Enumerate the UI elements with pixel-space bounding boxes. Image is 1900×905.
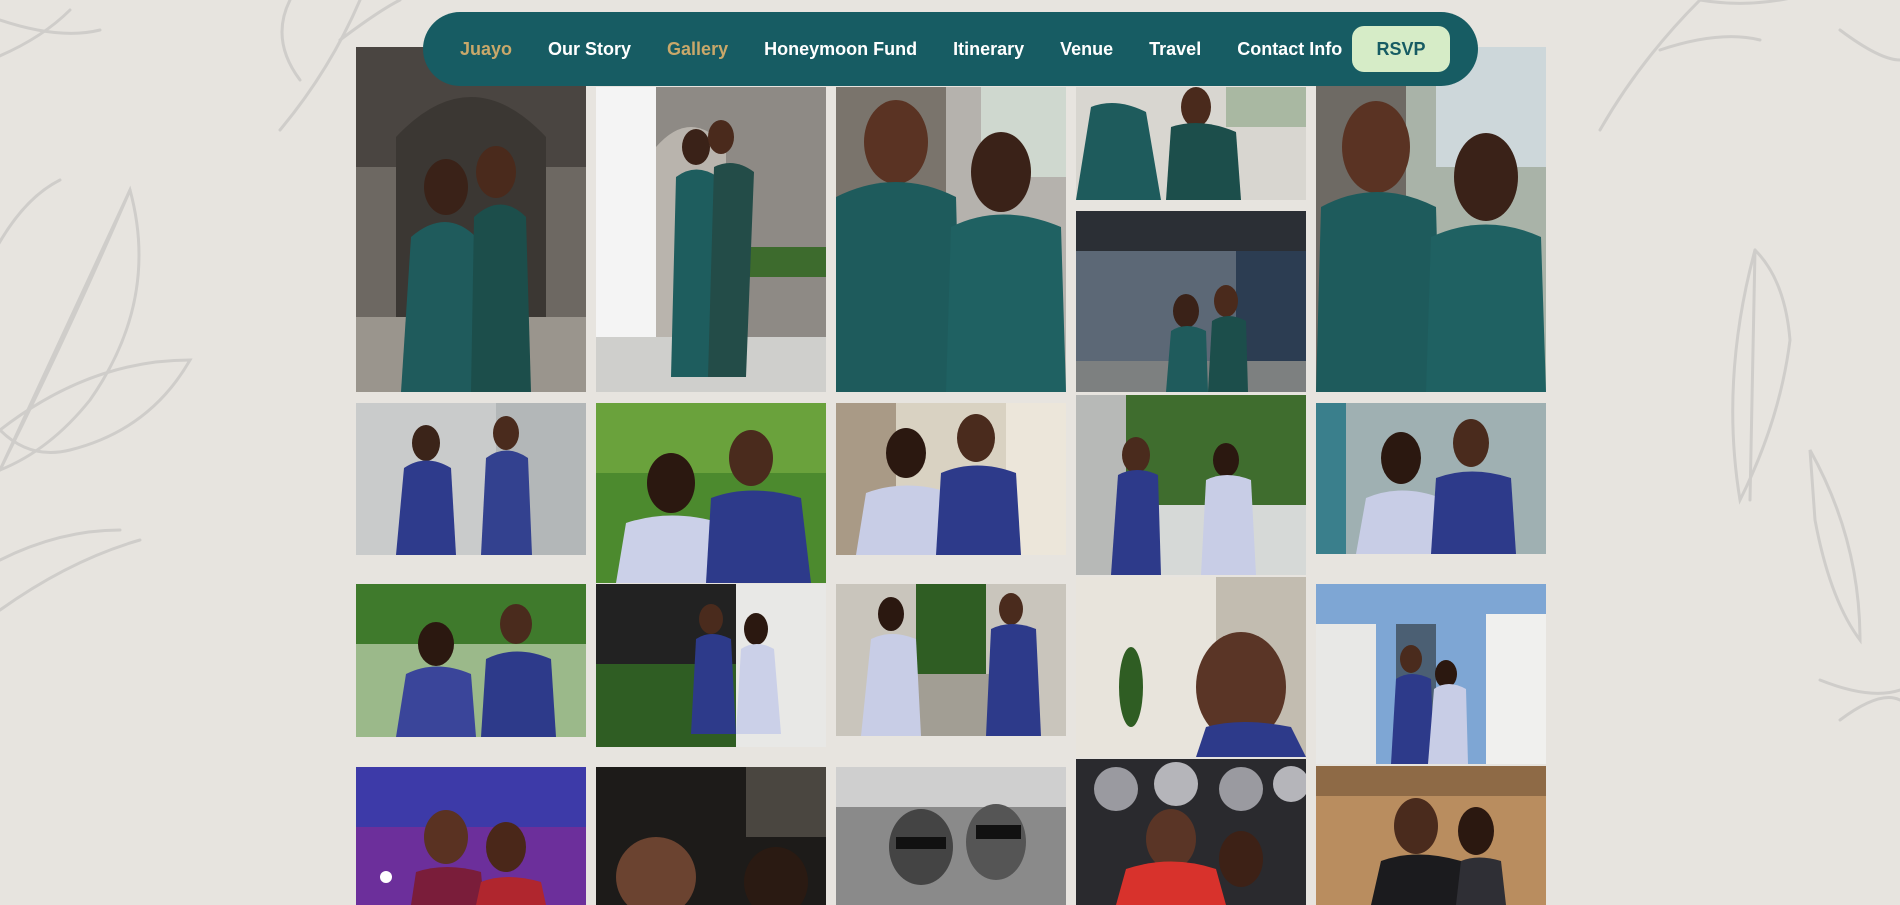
gallery-photo[interactable]	[596, 584, 826, 747]
gallery-photo[interactable]	[836, 403, 1066, 555]
gallery-photo[interactable]	[1076, 577, 1306, 757]
gallery-photo[interactable]	[356, 403, 586, 555]
gallery-photo[interactable]	[1076, 395, 1306, 575]
gallery-photo[interactable]	[596, 767, 826, 905]
gallery-photo[interactable]	[836, 767, 1066, 905]
nav-travel[interactable]: Travel	[1149, 39, 1201, 60]
nav-itinerary[interactable]: Itinerary	[953, 39, 1024, 60]
gallery-photo[interactable]	[1316, 766, 1546, 905]
gallery-photo[interactable]	[1076, 759, 1306, 905]
gallery-photo[interactable]	[356, 584, 586, 737]
gallery-photo[interactable]	[356, 47, 586, 392]
nav-honeymoon-fund[interactable]: Honeymoon Fund	[764, 39, 917, 60]
nav-venue[interactable]: Venue	[1060, 39, 1113, 60]
nav-contact-info[interactable]: Contact Info	[1237, 39, 1342, 60]
gallery-photo[interactable]	[356, 767, 586, 905]
gallery-photo[interactable]	[836, 87, 1066, 392]
main-navigation: Juayo Our Story Gallery Honeymoon Fund I…	[423, 12, 1478, 86]
gallery-photo[interactable]	[596, 403, 826, 583]
nav-our-story[interactable]: Our Story	[548, 39, 631, 60]
photo-gallery	[0, 0, 1900, 905]
gallery-photo[interactable]	[1316, 403, 1546, 554]
nav-gallery[interactable]: Gallery	[667, 39, 728, 60]
gallery-photo[interactable]	[596, 87, 826, 392]
gallery-photo[interactable]	[1076, 211, 1306, 392]
gallery-photo[interactable]	[1316, 47, 1546, 392]
rsvp-button[interactable]: RSVP	[1352, 26, 1450, 72]
nav-brand-link[interactable]: Juayo	[460, 39, 512, 60]
gallery-photo[interactable]	[1316, 584, 1546, 764]
gallery-photo[interactable]	[1076, 87, 1306, 200]
gallery-photo[interactable]	[836, 584, 1066, 736]
